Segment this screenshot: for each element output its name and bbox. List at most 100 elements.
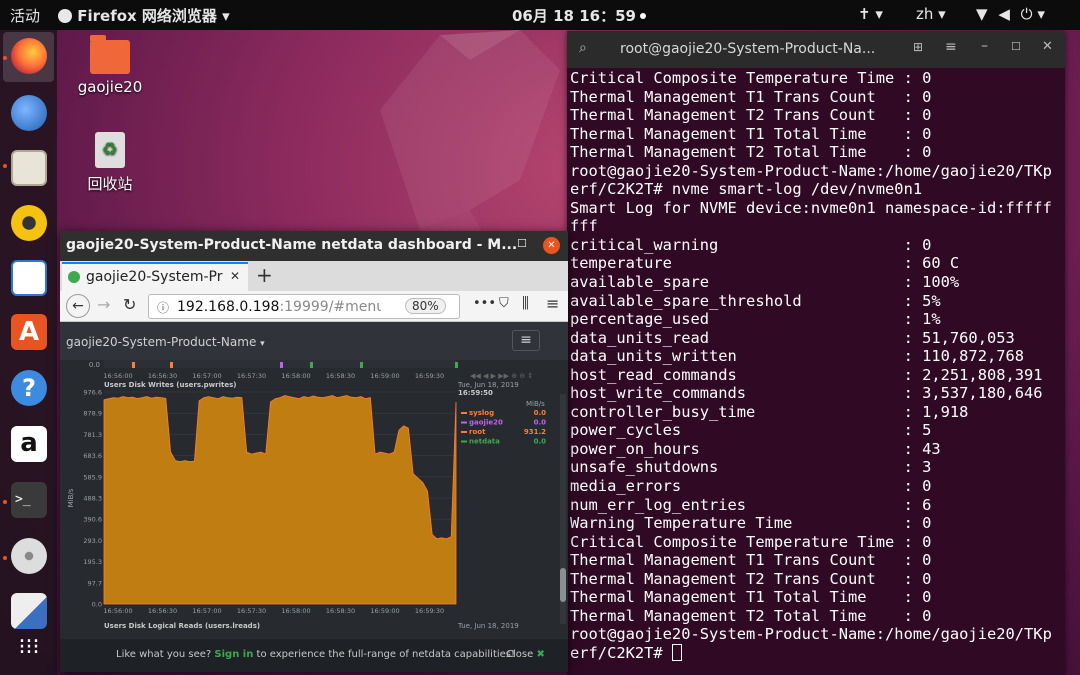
search-icon[interactable]: ⌕ <box>579 40 587 56</box>
firefox-icon[interactable] <box>11 38 47 74</box>
firefox-icon <box>58 9 72 23</box>
tab-title: gaojie20-System-Pr <box>86 269 223 285</box>
firefox-window[interactable]: gaojie20-System-Product-Name netdata das… <box>60 231 568 672</box>
disk-writes-chart[interactable]: 0.016:56:00 16:56:30 16:57:00 16:57:30 16:58… <box>60 360 568 672</box>
terminal-line: Smart Log for NVME device:nvme0n1 namesp… <box>570 198 1052 217</box>
close-icon[interactable]: ✕ <box>543 237 560 254</box>
legend-swatch <box>461 440 467 443</box>
url-bar[interactable]: ⓘ 192.168.0.198:19999/#menu_ 80% <box>148 294 460 319</box>
firefox-titlebar: gaojie20-System-Product-Name netdata das… <box>60 231 568 261</box>
notification-dot-icon <box>639 13 646 19</box>
minimize-icon[interactable]: – <box>981 38 988 54</box>
activities-button[interactable]: 活动 <box>10 5 40 26</box>
menu-toggle-button[interactable]: ≡ <box>512 330 540 351</box>
close-promo-button[interactable]: Close ✖ <box>506 649 545 660</box>
chevron-down-icon: ▾ <box>1037 5 1045 23</box>
terminal-line: Thermal Management T2 Total Time : 0 <box>570 606 932 625</box>
previous-chart-marker <box>170 362 173 368</box>
x-tick-label: 16:57:00 <box>192 607 221 615</box>
app-menu[interactable]: Firefox 网络浏览器 ▾ <box>58 5 230 26</box>
terminal-icon[interactable]: >_ <box>11 482 47 518</box>
hamburger-menu-icon[interactable]: ≡ <box>546 294 559 313</box>
language-menu[interactable]: zh ▾ <box>916 5 946 23</box>
clock-label: 06月 18 16：59 <box>512 7 636 25</box>
terminal-line: unsafe_shutdowns : 3 <box>570 458 932 477</box>
y-tick-label: 293.0 <box>83 537 102 545</box>
page-actions-icon[interactable]: ••• <box>473 296 496 311</box>
previous-chart-x-tick: 16:58:30 <box>326 372 355 380</box>
terminal-line: available_spare : 100% <box>570 273 960 292</box>
close-label: Close <box>506 649 534 660</box>
maximize-icon[interactable]: ☐ <box>1011 40 1021 53</box>
y-axis-label: MiB/s <box>67 488 75 507</box>
back-button[interactable]: ← <box>66 294 90 318</box>
x-tick-label: 16:56:30 <box>148 607 177 615</box>
help-icon[interactable]: ? <box>11 370 47 406</box>
promo-question: Like what you see? <box>116 649 212 660</box>
new-tab-icon[interactable]: ⊞ <box>913 40 923 54</box>
zoom-indicator[interactable]: 80% <box>405 298 446 314</box>
tab-active[interactable]: gaojie20-System-Pr ✕ <box>62 262 248 291</box>
thunderbird-icon[interactable] <box>11 95 47 131</box>
new-tab-icon[interactable]: + <box>256 263 273 287</box>
running-indicator <box>3 56 7 60</box>
files-icon[interactable] <box>11 150 47 186</box>
show-applications-icon[interactable]: ⁝⁝⁝ <box>11 630 47 666</box>
chart-date: Tue, Jun 18, 2019 <box>457 381 519 389</box>
site-title[interactable]: gaojie20-System-Product-Name ▾ <box>66 335 265 349</box>
libreoffice-writer-icon[interactable] <box>11 260 47 296</box>
top-bar: 活动 Firefox 网络浏览器 ▾ 06月 18 16：59 ✝ ▾ zh ▾… <box>0 0 1080 30</box>
maximize-icon[interactable]: ☐ <box>517 237 527 250</box>
reload-icon[interactable]: ↻ <box>123 295 136 314</box>
y-tick-label: 390.6 <box>83 516 102 524</box>
amazon-icon[interactable]: a <box>11 426 47 462</box>
x-tick-label: 16:59:30 <box>415 607 444 615</box>
terminal-line: power_cycles : 5 <box>570 421 932 440</box>
terminal-line: Thermal Management T2 Total Time : 0 <box>570 143 932 162</box>
ubuntu-software-icon[interactable]: A <box>11 314 47 350</box>
disks-icon[interactable] <box>11 538 47 574</box>
chevron-down-icon: ▾ <box>938 5 946 23</box>
tab-bar: gaojie20-System-Pr ✕ + <box>60 261 568 291</box>
clock[interactable]: 06月 18 16：59 <box>512 5 646 26</box>
pocket-icon[interactable]: ⛉ <box>499 296 509 311</box>
legend-value-syslog: 0.0 <box>534 409 547 417</box>
library-icon[interactable]: ⫼ <box>522 294 529 312</box>
terminal-line: percentage_used : 1% <box>570 310 941 329</box>
desktop-icon-trash[interactable]: ♻ 回收站 <box>74 132 146 194</box>
previous-chart-x-tick: 16:59:00 <box>370 372 399 380</box>
close-icon[interactable]: ✕ <box>1042 39 1053 54</box>
accessibility-icon: ✝ <box>858 5 871 23</box>
accessibility-menu[interactable]: ✝ ▾ <box>858 5 883 23</box>
x-tick-label: 16:58:30 <box>326 607 355 615</box>
terminal-line: Critical Composite Temperature Time : 0 <box>570 69 932 87</box>
terminal-line: host_read_commands : 2,251,808,391 <box>570 365 1043 384</box>
text-editor-icon[interactable] <box>11 593 47 629</box>
terminal-output[interactable]: Critical Composite Temperature Time : 0T… <box>570 69 1065 675</box>
minimize-icon[interactable]: – <box>492 235 499 251</box>
y-tick-label: 585.9 <box>83 473 102 481</box>
signin-link[interactable]: Sign in <box>214 649 253 660</box>
system-menu[interactable]: ▼ ◀ ⏻ ▾ <box>976 5 1045 23</box>
chevron-down-icon: ▾ <box>260 339 265 349</box>
forward-button[interactable]: → <box>97 295 110 314</box>
terminal-line: Thermal Management T1 Trans Count : 0 <box>570 87 932 106</box>
site-info-icon[interactable]: ⓘ <box>157 299 169 316</box>
previous-chart-x-tick: 16:57:00 <box>192 372 221 380</box>
terminal-window[interactable]: ⌕ root@gaojie20-System-Product-Na... ⊞ ≡… <box>567 31 1065 675</box>
site-title-label: gaojie20-System-Product-Name <box>66 335 257 349</box>
promo-text: Like what you see? Sign in to experience… <box>116 649 515 660</box>
tab-close-icon[interactable]: ✕ <box>230 269 240 283</box>
terminal-line: data_units_read : 51,760,053 <box>570 328 1015 347</box>
terminal-line: Critical Composite Temperature Time : 0 <box>570 532 932 551</box>
y-tick-label: 878.9 <box>83 410 102 418</box>
y-tick-label: 0.0 <box>92 601 102 609</box>
rhythmbox-icon[interactable] <box>11 205 47 241</box>
desktop-icon-home[interactable]: gaojie20 <box>74 35 146 96</box>
y-tick-label: 683.6 <box>83 452 102 460</box>
legend-swatch <box>461 431 467 433</box>
chart-title: Users Disk Writes (users.pwrites) <box>104 381 236 389</box>
previous-chart-marker <box>132 362 135 368</box>
legend-root: root <box>469 428 486 436</box>
menu-icon[interactable]: ≡ <box>945 39 957 55</box>
